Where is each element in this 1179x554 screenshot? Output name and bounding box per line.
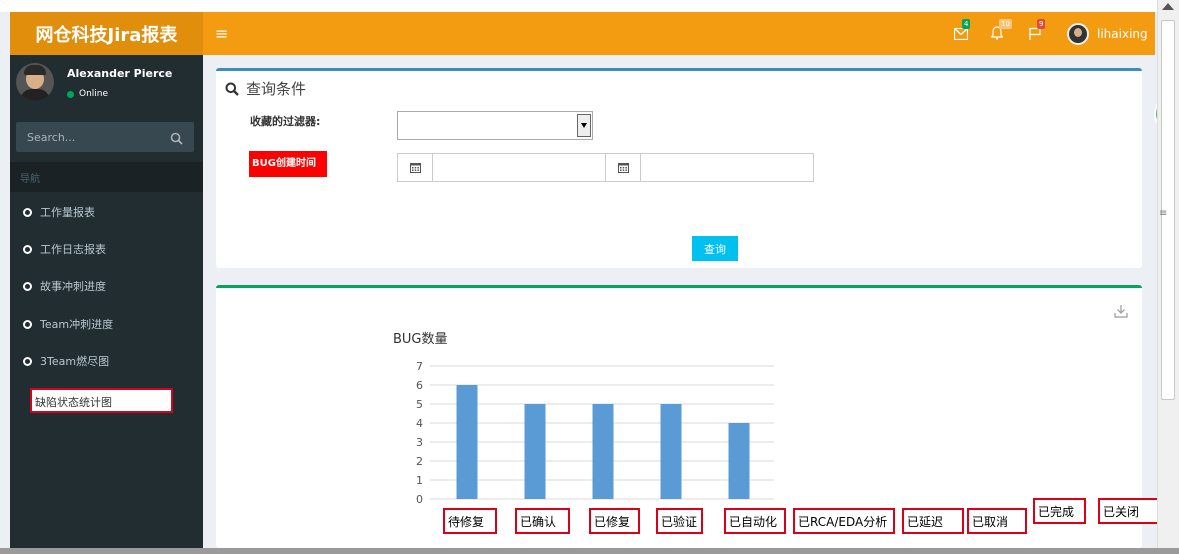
sidebar: Alexander Pierce Online 导航 工作量报表 工作日志报表 … (10, 55, 203, 548)
bar[interactable] (524, 404, 546, 499)
x-category-label: 已取消 (967, 508, 1027, 534)
query-button[interactable]: 查询 (692, 236, 738, 261)
circle-icon (23, 319, 32, 329)
window-bottom-frame (0, 548, 1179, 554)
filter-select[interactable] (397, 111, 593, 140)
messages-icon[interactable]: 4 (953, 19, 971, 44)
x-category-label: 已确认 (515, 508, 570, 534)
date-to-group (605, 153, 814, 182)
notifications-badge: 10 (999, 19, 1012, 29)
circle-icon (23, 244, 32, 254)
sidebar-search (16, 122, 194, 152)
username: lihaixing (1097, 27, 1148, 41)
avatar (1067, 23, 1089, 45)
online-dot-icon (67, 90, 74, 98)
x-category-label: 已关闭 (1098, 498, 1164, 524)
y-tick-label: 6 (416, 379, 423, 392)
y-tick-label: 3 (416, 436, 423, 449)
search-icon[interactable] (170, 130, 184, 145)
messages-badge: 4 (962, 19, 971, 29)
sidebar-item-label: 故事冲刺进度 (40, 280, 106, 293)
circle-icon (23, 281, 32, 291)
bug-created-label: BUG创建时间 (249, 151, 327, 177)
sidebar-item-team-sprint[interactable]: Team冲刺进度 (10, 314, 203, 334)
date-from-group (397, 153, 606, 182)
date-from-input[interactable] (433, 153, 606, 182)
date-to-input[interactable] (641, 153, 814, 182)
y-tick-label: 0 (416, 493, 423, 506)
sidebar-item-label: 工作量报表 (40, 206, 95, 219)
sidebar-item-worklog[interactable]: 工作日志报表 (10, 239, 203, 259)
window-top-frame (0, 0, 1179, 12)
bell-icon[interactable]: 10 (990, 19, 1012, 44)
x-category-label: 已完成 (1033, 498, 1086, 524)
sidebar-item-workload[interactable]: 工作量报表 (10, 202, 203, 222)
bar[interactable] (592, 404, 614, 499)
query-box-title: 查询条件 (225, 78, 306, 99)
x-category-label: 已RCA/EDA分析 (793, 508, 895, 534)
x-category-label: 待修复 (443, 508, 497, 534)
scroll-grip-icon: ≡ (1159, 208, 1168, 219)
bar[interactable] (456, 385, 478, 499)
page-scrollbar[interactable]: ≡ (1157, 0, 1179, 554)
y-tick-label: 5 (416, 398, 423, 411)
chevron-down-icon[interactable] (577, 114, 591, 137)
x-category-label: 已延迟 (902, 508, 964, 534)
y-tick-label: 4 (416, 417, 423, 430)
query-title-text: 查询条件 (246, 80, 307, 98)
sidebar-item-label: 3Team燃尽图 (40, 355, 110, 368)
user-avatar (16, 63, 54, 101)
y-tick-label: 7 (416, 360, 423, 373)
tasks-badge: 9 (1037, 19, 1046, 29)
circle-icon (23, 207, 32, 217)
user-name: Alexander Pierce (67, 67, 173, 80)
sidebar-item-label: 工作日志报表 (40, 243, 106, 256)
bar[interactable] (660, 404, 682, 499)
nav-header: 导航 (10, 162, 203, 192)
x-category-label: 已自动化 (724, 508, 786, 534)
x-category-label: 已修复 (589, 508, 640, 534)
y-tick-label: 2 (416, 455, 423, 468)
sidebar-item-story-sprint[interactable]: 故事冲刺进度 (10, 276, 203, 296)
top-navbar: ≡ 4 10 9 lihaixing (203, 12, 1155, 55)
sidebar-toggle-icon[interactable]: ≡ (215, 24, 228, 43)
app-logo[interactable]: 网仓科技Jira报表 (10, 12, 203, 55)
y-tick-label: 1 (416, 474, 423, 487)
calendar-icon[interactable] (397, 153, 433, 182)
sidebar-item-burndown[interactable]: 3Team燃尽图 (10, 351, 203, 371)
user-status: Online (67, 89, 108, 99)
calendar-icon[interactable] (605, 153, 641, 182)
user-menu[interactable]: lihaixing (1067, 23, 1148, 45)
filter-label: 收藏的过滤器: (250, 115, 321, 128)
sidebar-item-defect-status[interactable]: 缺陷状态统计图 (30, 388, 173, 413)
x-category-label: 已验证 (656, 508, 703, 534)
flag-icon[interactable]: 9 (1029, 19, 1046, 44)
circle-icon (23, 356, 32, 366)
search-icon (225, 82, 239, 96)
user-panel: Alexander Pierce Online (16, 63, 196, 113)
scroll-up-icon[interactable] (1162, 3, 1174, 10)
bar[interactable] (728, 423, 750, 499)
search-input[interactable] (16, 122, 166, 152)
sidebar-item-label: Team冲刺进度 (40, 318, 114, 331)
user-status-text: Online (79, 89, 109, 99)
query-box: 查询条件 收藏的过滤器: BUG创建时间 查询 (216, 68, 1142, 268)
chart-box: BUG数量 01234567 待修复 已确认 已修复 已验证 已自动化 已RCA/EDA分… (216, 285, 1164, 548)
